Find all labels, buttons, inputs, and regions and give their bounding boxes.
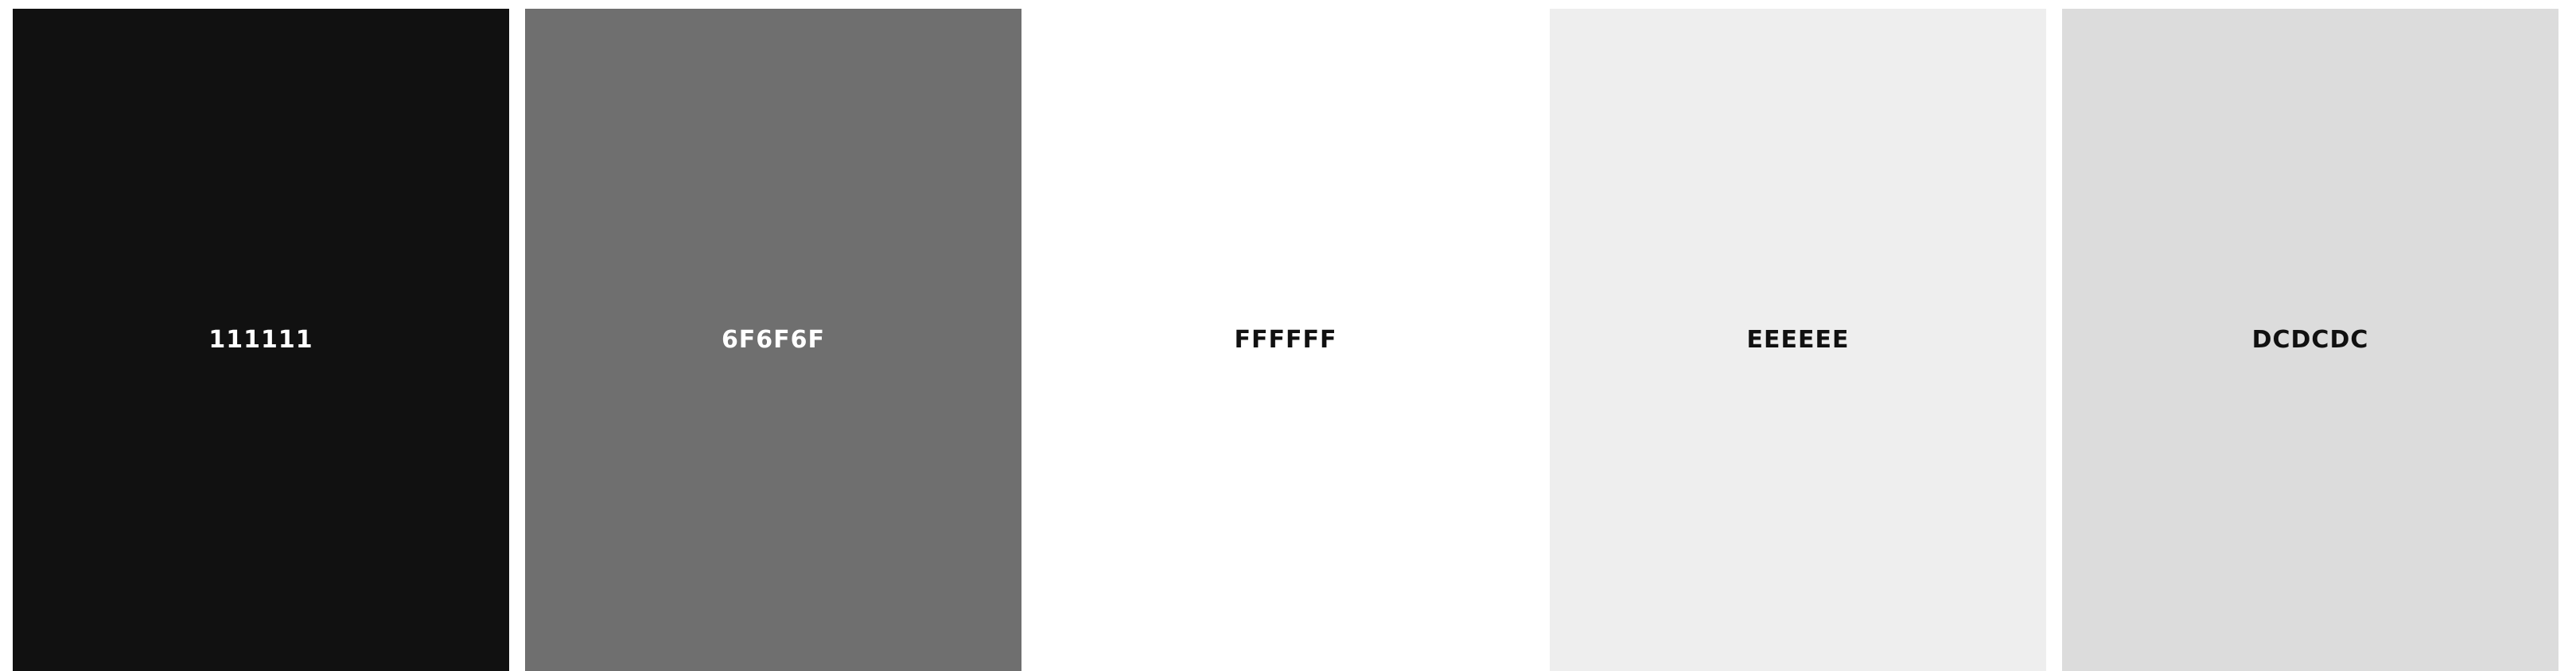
- swatch-111111: 111111: [13, 9, 509, 671]
- swatch-hex-label: 111111: [208, 326, 313, 354]
- swatch-ffffff: FFFFFF: [1037, 9, 1534, 671]
- swatch-hex-label: 6F6F6F: [721, 326, 826, 354]
- swatch-dcdcdc: DCDCDC: [2062, 9, 2558, 671]
- swatch-hex-label: DCDCDC: [2251, 326, 2369, 354]
- swatch-eeeeee: EEEEEE: [1550, 9, 2046, 671]
- color-palette: 111111 6F6F6F FFFFFF EEEEEE DCDCDC: [0, 0, 2576, 671]
- swatch-hex-label: EEEEEE: [1746, 326, 1850, 354]
- swatch-6f6f6f: 6F6F6F: [525, 9, 1021, 671]
- swatch-hex-label: FFFFFF: [1234, 326, 1337, 354]
